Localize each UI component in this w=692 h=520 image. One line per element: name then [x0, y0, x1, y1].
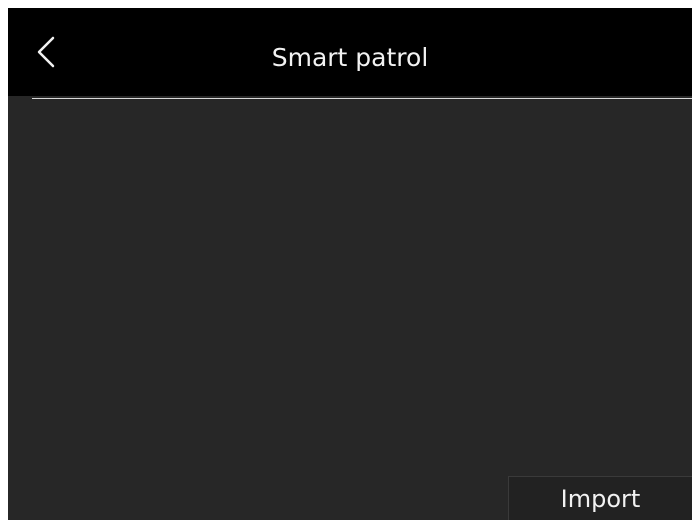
- header-bar: Smart patrol: [8, 8, 692, 96]
- header-divider: [32, 98, 692, 99]
- chevron-left-icon: [37, 36, 55, 68]
- page-title: Smart patrol: [271, 43, 429, 72]
- footer-bar: Import: [8, 476, 692, 520]
- import-button[interactable]: Import: [508, 476, 692, 520]
- app-screen: Smart patrol Import: [8, 8, 692, 520]
- back-button[interactable]: [24, 28, 68, 76]
- patrol-list-area: [8, 100, 692, 476]
